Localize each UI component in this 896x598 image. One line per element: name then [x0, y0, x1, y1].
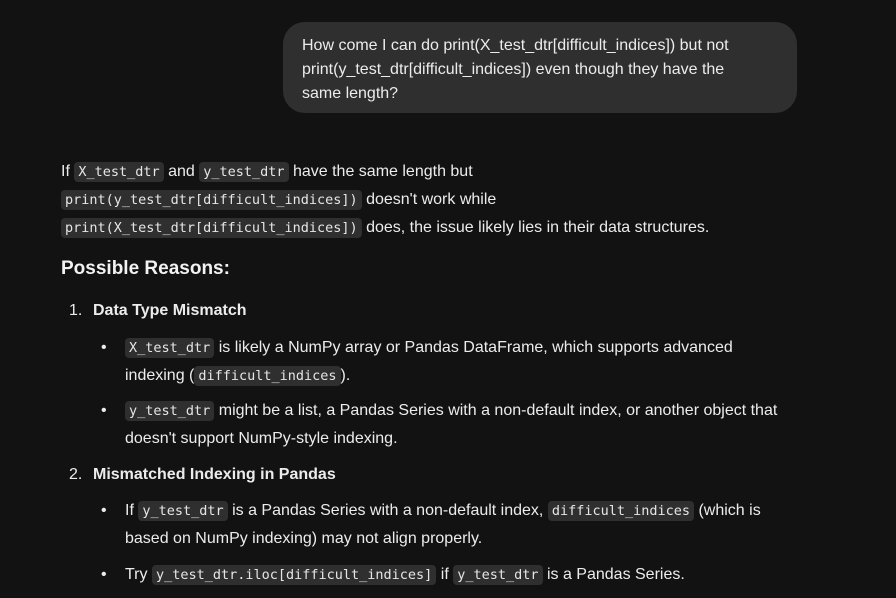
user-message-line: same length? [302, 85, 399, 102]
bullet-text: doesn't support NumPy-style indexing. [125, 430, 398, 447]
bullet-content: Try y_test_dtr.iloc[difficult_indices] i… [125, 561, 815, 589]
inline-code: y_test_dtr [453, 565, 543, 585]
reason-title: Data Type Mismatch [93, 302, 247, 319]
bullet-text: is a Pandas Series. [546, 566, 685, 583]
bullet-text: Try [125, 566, 148, 583]
section-heading: Possible Reasons: [61, 258, 230, 279]
intro-text: does, the issue likely lies in their dat… [366, 219, 710, 236]
bullet-text: (which is [698, 502, 761, 519]
inline-code: X_test_dtr [125, 338, 215, 358]
inline-code: y_test_dtr [138, 501, 228, 521]
bullet-text: ). [340, 367, 351, 384]
chat-page: How come I can do print(X_test_dtr[diffi… [0, 0, 896, 598]
inline-code: print(X_test_dtr[difficult_indices]) [61, 218, 362, 238]
inline-code: X_test_dtr [74, 162, 164, 182]
intro-text: have the same length but [292, 163, 473, 180]
bullet-content: If y_test_dtr is a Pandas Series with a … [125, 497, 815, 553]
list-number: 1. [69, 302, 83, 319]
bullet-dot: • [101, 502, 107, 519]
bullet-text: If [125, 502, 134, 519]
bullet-text: might be a list, a Pandas Series with a … [218, 402, 778, 419]
inline-code: y_test_dtr.iloc[difficult_indices] [151, 565, 437, 585]
intro-line-3: print(X_test_dtr[difficult_indices]) doe… [61, 214, 861, 242]
inline-code: difficult_indices [194, 366, 341, 386]
bullet-text: indexing ( [125, 367, 195, 384]
bullet-content: X_test_dtr is likely a NumPy array or Pa… [125, 334, 815, 390]
bullet-content: y_test_dtr might be a list, a Pandas Ser… [125, 397, 815, 453]
reason-item: 2. Mismatched Indexing in Pandas [69, 461, 336, 489]
reason-title: Mismatched Indexing in Pandas [93, 466, 336, 483]
intro-text: and [168, 163, 195, 180]
bullet-text: based on NumPy indexing) may not align p… [125, 530, 483, 547]
bullet-text: is a Pandas Series with a non-default in… [232, 502, 544, 519]
bullet-text: is likely a NumPy array or Pandas DataFr… [218, 339, 733, 356]
inline-code: difficult_indices [547, 501, 694, 521]
user-message-line: How come I can do print(X_test_dtr[diffi… [302, 37, 729, 54]
bullet-dot: • [101, 402, 107, 419]
assistant-intro: If X_test_dtr and y_test_dtr have the sa… [61, 158, 861, 242]
intro-line-1: If X_test_dtr and y_test_dtr have the sa… [61, 158, 861, 186]
intro-line-2: print(y_test_dtr[difficult_indices]) doe… [61, 186, 861, 214]
bullet-text: if [440, 566, 449, 583]
inline-code: y_test_dtr [125, 401, 215, 421]
bullet-dot: • [101, 566, 107, 583]
inline-code: y_test_dtr [199, 162, 289, 182]
intro-text: If [61, 163, 70, 180]
bullet-dot: • [101, 339, 107, 356]
intro-text: doesn't work while [366, 191, 497, 208]
user-message-bubble: How come I can do print(X_test_dtr[diffi… [283, 22, 797, 113]
inline-code: print(y_test_dtr[difficult_indices]) [61, 190, 362, 210]
list-number: 2. [69, 466, 83, 483]
user-message-line: print(y_test_dtr[difficult_indices]) eve… [302, 61, 725, 78]
reason-item: 1. Data Type Mismatch [69, 297, 247, 325]
